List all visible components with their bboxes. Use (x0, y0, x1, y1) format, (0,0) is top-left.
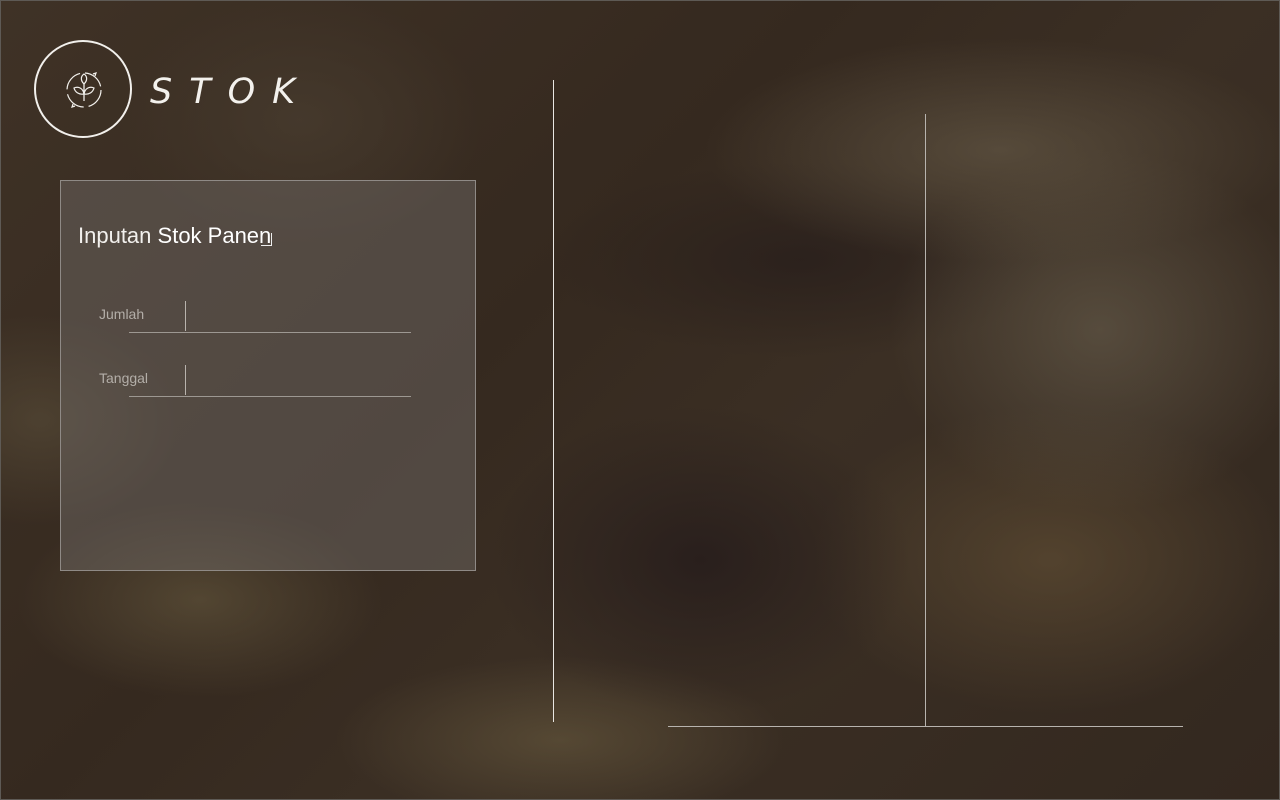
leaf-recycle-icon (66, 72, 102, 108)
tanggal-underline (129, 396, 411, 397)
stock-input-panel: Inputan Stok Panen Jumlah Tanggal (60, 180, 476, 571)
jumlah-underline (129, 332, 411, 333)
stock-chart-area (660, 110, 1190, 730)
chart-x-axis (668, 726, 1183, 727)
tanggal-caret (185, 365, 186, 395)
logo (34, 40, 132, 138)
jumlah-caret (185, 301, 186, 331)
title-corner-mark (261, 233, 273, 246)
vertical-divider (553, 80, 554, 722)
jumlah-input[interactable] (189, 303, 409, 329)
chart-y-axis (925, 114, 926, 726)
brand-name: STOK (150, 72, 313, 112)
jumlah-field-row: Jumlah (99, 301, 419, 333)
tanggal-input[interactable] (189, 367, 409, 393)
tanggal-label: Tanggal (99, 370, 149, 386)
tanggal-field-row: Tanggal (99, 365, 419, 397)
panel-title-light: Inputan (78, 223, 152, 248)
panel-title-bold: Stok Panen (157, 223, 272, 248)
jumlah-label: Jumlah (99, 306, 145, 322)
panel-title: Inputan Stok Panen (78, 222, 273, 250)
